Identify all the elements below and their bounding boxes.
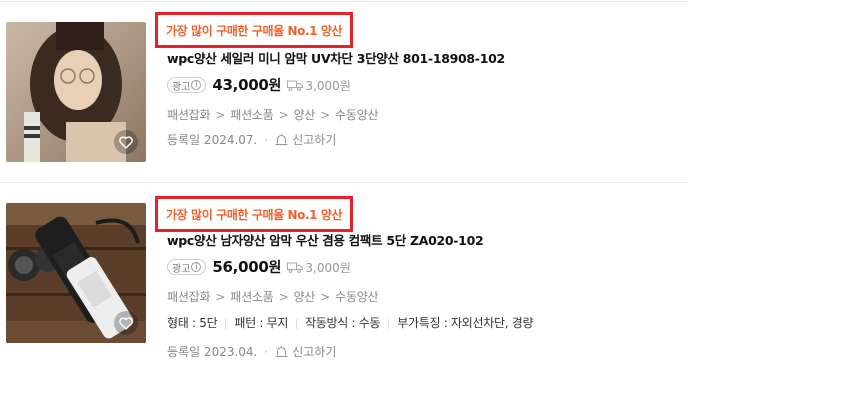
badge-text: 가장 많이 구매한 구매율 No.1 양산 — [166, 23, 343, 38]
best-seller-badge: 가장 많이 구매한 구매율 No.1 양산 — [155, 12, 354, 48]
category-item[interactable]: 패션잡화 — [167, 108, 211, 122]
delivery-fee-text: 3,000원 — [305, 260, 351, 275]
ad-label: 광고 — [172, 81, 191, 93]
product-thumbnail[interactable] — [6, 203, 146, 343]
price-row: 광고 i 56,000 원 3,000원 — [167, 257, 351, 277]
report-label: 신고하기 — [292, 133, 337, 147]
best-seller-badge: 가장 많이 구매한 구매율 No.1 양산 — [155, 196, 354, 232]
product-price: 43,000 — [212, 76, 269, 94]
registered-date: 등록일 2023.04. — [167, 345, 258, 359]
delivery-fee: 3,000원 — [287, 259, 351, 276]
category-item[interactable]: 양산 — [293, 108, 315, 122]
wishlist-button[interactable] — [114, 130, 138, 154]
category-path: 패션잡화 > 패션소품 > 양산 > 수동양산 — [167, 290, 379, 304]
category-item[interactable]: 패션소품 — [230, 108, 274, 122]
product-price: 56,000 — [212, 258, 269, 276]
product-meta: 등록일 2024.07. · 신고하기 — [167, 131, 336, 148]
price-unit: 원 — [268, 260, 282, 276]
product-title[interactable]: wpc양산 남자양산 암막 우산 겸용 컴팩트 5단 ZA020-102 — [167, 230, 484, 249]
price-unit: 원 — [268, 78, 282, 94]
category-item[interactable]: 패션소품 — [230, 290, 274, 304]
report-label: 신고하기 — [292, 345, 337, 359]
category-item[interactable]: 수동양산 — [335, 108, 379, 122]
info-icon: i — [191, 80, 202, 90]
truck-icon — [287, 262, 304, 273]
bell-icon — [275, 345, 288, 357]
heart-icon — [119, 316, 133, 330]
ad-label: 광고 — [172, 263, 191, 275]
category-path: 패션잡화 > 패션소품 > 양산 > 수동양산 — [167, 108, 379, 122]
ad-tag[interactable]: 광고 i — [167, 77, 207, 93]
ad-tag[interactable]: 광고 i — [167, 259, 207, 275]
spec-divider — [388, 318, 390, 329]
spec-divider — [296, 318, 298, 329]
category-item[interactable]: 패션잡화 — [167, 290, 211, 304]
report-button[interactable]: 신고하기 — [275, 343, 336, 360]
wishlist-button[interactable] — [114, 311, 138, 335]
spec-item: 부가특징 : 자외선차단, 경량 — [397, 316, 534, 330]
meta-dot: · — [264, 132, 269, 147]
bell-icon — [275, 133, 288, 145]
product-specs: 형태 : 5단 패턴 : 무지 작동방식 : 수동 부가특징 : 자외선차단, 경량 — [167, 314, 534, 331]
spec-divider — [225, 318, 227, 329]
product-item-1: 가장 많이 구매한 구매율 No.1 양산 wpc양산 세일러 미니 암막 UV… — [0, 0, 689, 182]
heart-icon — [119, 135, 133, 149]
category-item[interactable]: 수동양산 — [335, 290, 379, 304]
spec-item: 작동방식 : 수동 — [305, 316, 381, 330]
registered-date: 등록일 2024.07. — [167, 133, 258, 147]
badge-text: 가장 많이 구매한 구매율 No.1 양산 — [166, 207, 343, 222]
meta-dot: · — [264, 344, 269, 359]
delivery-fee-text: 3,000원 — [305, 78, 351, 93]
delivery-fee: 3,000원 — [287, 77, 351, 94]
spec-item: 형태 : 5단 — [167, 316, 218, 330]
product-item-2: 가장 많이 구매한 구매율 No.1 양산 wpc양산 남자양산 암막 우산 겸… — [0, 183, 689, 418]
product-thumbnail[interactable] — [6, 22, 146, 162]
price-row: 광고 i 43,000 원 3,000원 — [167, 75, 351, 95]
category-item[interactable]: 양산 — [293, 290, 315, 304]
product-title[interactable]: wpc양산 세일러 미니 암막 UV차단 3단양산 801-18908-102 — [167, 48, 505, 67]
product-meta: 등록일 2023.04. · 신고하기 — [167, 343, 336, 360]
truck-icon — [287, 80, 304, 91]
info-icon: i — [191, 262, 202, 272]
report-button[interactable]: 신고하기 — [275, 131, 336, 148]
spec-item: 패턴 : 무지 — [234, 316, 289, 330]
